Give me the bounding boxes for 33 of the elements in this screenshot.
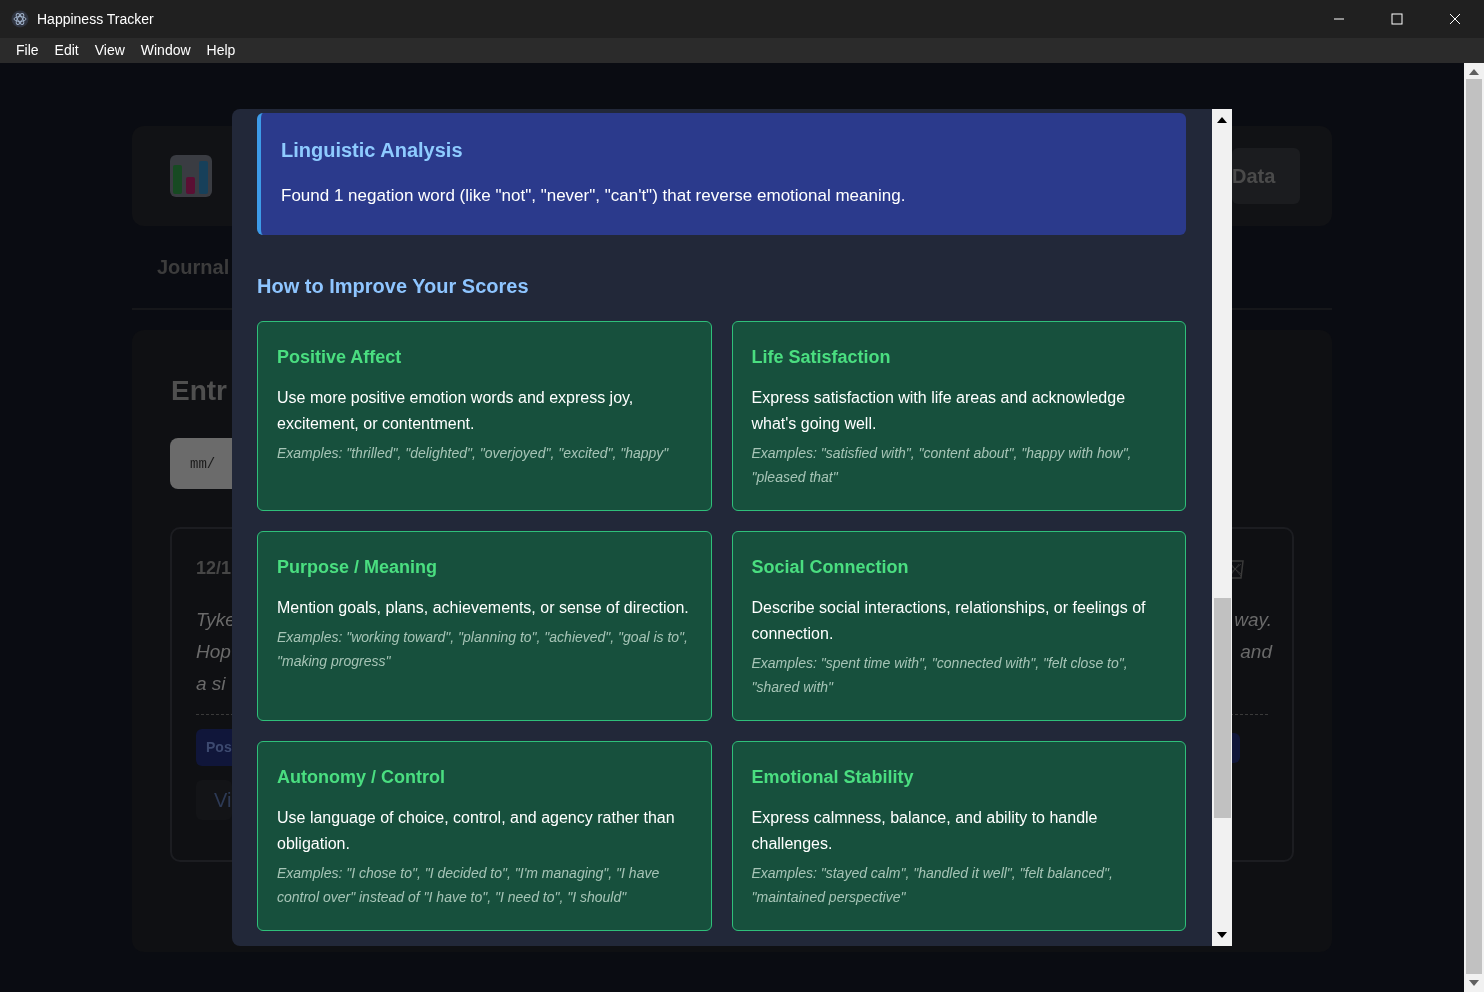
section-title: How to Improve Your Scores [257, 273, 530, 299]
tip-title: Positive Affect [277, 345, 403, 369]
menu-item[interactable]: View [86, 40, 133, 61]
section-heading: Entr [171, 374, 227, 408]
entry-text: a si [196, 672, 227, 696]
insight-title: Linguistic Analysis [281, 138, 464, 163]
tip-description: Describe social interactions, relationships, or feelings of connection. [751, 597, 1147, 644]
tip-examples: Examples: "spent time with", "connected with", "felt close to", "shared with" [751, 653, 1129, 697]
tip-description: Express satisfaction with life areas and acknowledge what's going well. [751, 387, 1127, 434]
tip-description: Express calmness, balance, and ability to handle challenges. [751, 807, 1099, 854]
tip-examples: Examples: "satisfied with", "content about", "happy with how", "pleased that" [751, 443, 1133, 487]
tip-title: Autonomy / Control [277, 765, 446, 789]
tip-description: Mention goals, plans, achievements, or sense of direction. [277, 597, 690, 618]
menu-item[interactable]: Window [132, 40, 199, 61]
tip-examples: Examples: "I chose to", "I decided to", "I'm managing", "I have control over" instead of "I have to", "I need to", "I should" [277, 863, 661, 907]
tip-title: Social Connection [751, 555, 910, 579]
date-field[interactable]: mm/ [170, 438, 232, 489]
entry-text: and [1239, 640, 1272, 664]
tip-examples: Examples: "working toward", "planning to", "achieved", "goal is to", "making progress" [277, 627, 689, 671]
tip-description: Use language of choice, control, and agency rather than obligation. [277, 807, 676, 854]
menu-item[interactable]: Help [198, 40, 244, 61]
insight-text: Found 1 negation word (like "not", "never", "can't") that reverse emotional meaning. [281, 185, 907, 207]
window-title: Happiness Tracker [37, 9, 154, 29]
tip-title: Life Satisfaction [751, 345, 892, 369]
menu-item[interactable]: Edit [46, 40, 87, 61]
menu-item[interactable]: File [8, 40, 47, 61]
entry-text: way. [1233, 608, 1272, 632]
tip-title: Emotional Stability [751, 765, 915, 789]
tip-description: Use more positive emotion words and express joy, excitement, or contentment. [277, 387, 635, 434]
tip-examples: Examples: "stayed calm", "handled it well", "felt balanced", "maintained perspective" [751, 863, 1114, 907]
entry-text: Hop [196, 640, 232, 664]
tip-title: Purpose / Meaning [277, 555, 439, 579]
tip-examples: Examples: "thrilled", "delighted", "overjoyed", "excited", "happy" [277, 443, 670, 463]
